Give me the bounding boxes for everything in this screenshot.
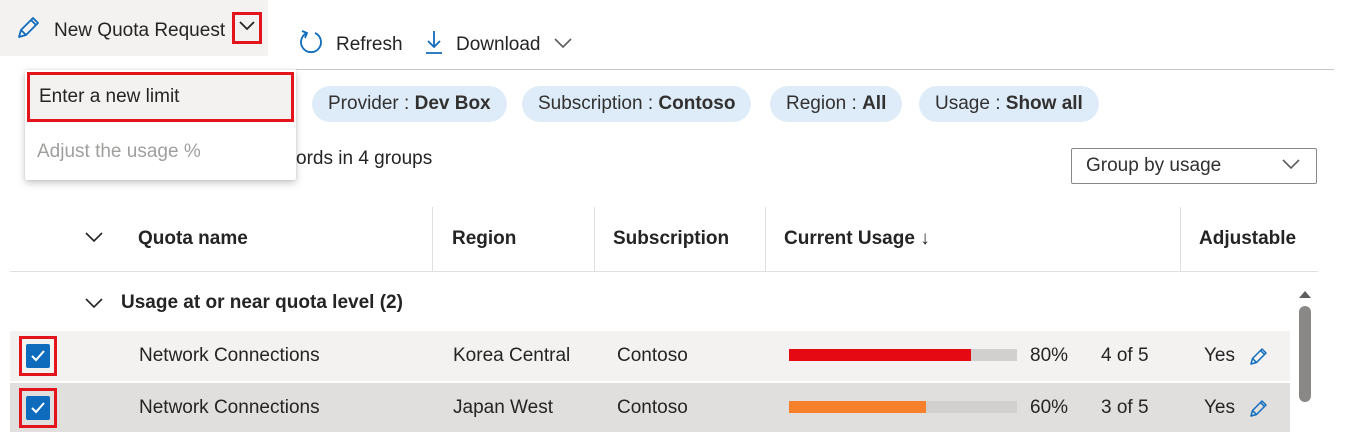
edit-pencil-icon[interactable] (1248, 383, 1270, 432)
column-header-quota-name[interactable]: Quota name (138, 207, 248, 271)
chevron-down-icon[interactable] (84, 294, 104, 316)
edit-pencil-icon[interactable] (1248, 331, 1270, 381)
checkbox-checked (26, 344, 50, 368)
row-checkbox[interactable] (19, 336, 57, 376)
checkbox-checked (26, 396, 50, 420)
vertical-scrollbar-thumb[interactable] (1299, 306, 1311, 402)
toolbar-divider (296, 69, 1334, 70)
filter-pill-provider[interactable]: Provider : Dev Box (312, 86, 507, 122)
new-quota-request-button[interactable]: New Quota Request (0, 0, 268, 56)
chevron-down-icon (237, 17, 257, 39)
usage-bar-fill (789, 401, 926, 413)
column-header-subscription[interactable]: Subscription (613, 207, 729, 271)
usage-bar (789, 401, 1017, 413)
row-checkbox[interactable] (19, 388, 57, 428)
filter-value: Show all (1005, 93, 1083, 114)
filter-key: Region : (786, 93, 857, 114)
cell-usage-count: 3 of 5 (1101, 396, 1149, 418)
cell-usage-count: 4 of 5 (1101, 345, 1149, 366)
cell-quota-name: Network Connections (139, 396, 320, 418)
column-header-adjustable[interactable]: Adjustable (1199, 207, 1296, 271)
cell-subscription: Contoso (617, 396, 688, 418)
records-prefix: ords in (296, 148, 359, 169)
filter-key: Usage : (935, 93, 1001, 114)
column-divider[interactable] (765, 207, 766, 271)
filter-value: All (862, 93, 887, 114)
group-by-dropdown[interactable]: Group by usage (1071, 148, 1317, 184)
column-header-region[interactable]: Region (452, 207, 516, 271)
filter-pill-usage[interactable]: Usage : Show all (919, 86, 1099, 122)
column-divider[interactable] (594, 207, 595, 271)
download-icon (424, 28, 444, 62)
cell-adjustable: Yes (1204, 345, 1235, 366)
download-button[interactable]: Download (424, 28, 573, 62)
chevron-down-icon (1280, 155, 1302, 177)
refresh-icon (298, 28, 324, 62)
filter-value: Contoso (658, 93, 736, 114)
table-row[interactable]: Network Connections Korea Central Contos… (10, 331, 1290, 381)
chevron-down-icon (553, 34, 573, 56)
scroll-up-arrow-icon[interactable] (1297, 284, 1313, 306)
filter-key: Subscription : (538, 93, 654, 114)
cell-adjustable: Yes (1204, 396, 1235, 418)
refresh-button[interactable]: Refresh (298, 28, 403, 62)
cell-usage-percent: 80% (1030, 345, 1069, 366)
filter-pill-region[interactable]: Region : All (770, 86, 903, 122)
refresh-label: Refresh (336, 34, 403, 55)
pencil-icon (14, 14, 42, 48)
menu-item-enter-new-limit[interactable]: Enter a new limit (27, 72, 294, 122)
chevron-down-icon (84, 228, 104, 250)
usage-bar (789, 349, 1017, 361)
filter-value: Dev Box (414, 93, 491, 114)
cell-usage-percent: 60% (1030, 396, 1069, 418)
cell-region: Korea Central (453, 345, 571, 366)
cell-subscription: Contoso (617, 345, 688, 366)
column-divider[interactable] (1180, 207, 1181, 271)
collapse-all-toggle[interactable] (84, 207, 104, 271)
filter-pill-subscription[interactable]: Subscription : Contoso (522, 86, 752, 122)
column-divider[interactable] (432, 207, 433, 271)
table-header: Quota name Region Subscription Current U… (10, 207, 1318, 272)
table-row[interactable]: Network Connections Japan West Contoso 6… (10, 383, 1290, 432)
new-quota-request-label: New Quota Request (54, 20, 226, 41)
cell-quota-name: Network Connections (139, 345, 320, 366)
group-label: Usage at or near quota level (2) (121, 292, 403, 313)
download-label: Download (456, 34, 541, 55)
column-header-current-usage[interactable]: Current Usage ↓ (784, 207, 930, 271)
cell-region: Japan West (453, 396, 553, 418)
records-groups: 4 groups (358, 148, 433, 169)
group-by-selected: Group by usage (1086, 155, 1222, 176)
new-quota-request-dropdown-toggle[interactable] (232, 12, 262, 44)
usage-bar-fill (789, 349, 972, 361)
filter-key: Provider : (328, 93, 410, 114)
menu-item-adjust-usage: Adjust the usage % (37, 141, 201, 162)
group-header[interactable]: Usage at or near quota level (2) (10, 278, 1300, 328)
records-summary: ords in 4 groups (296, 148, 432, 170)
new-quota-request-menu: Enter a new limit Adjust the usage % (25, 70, 296, 180)
